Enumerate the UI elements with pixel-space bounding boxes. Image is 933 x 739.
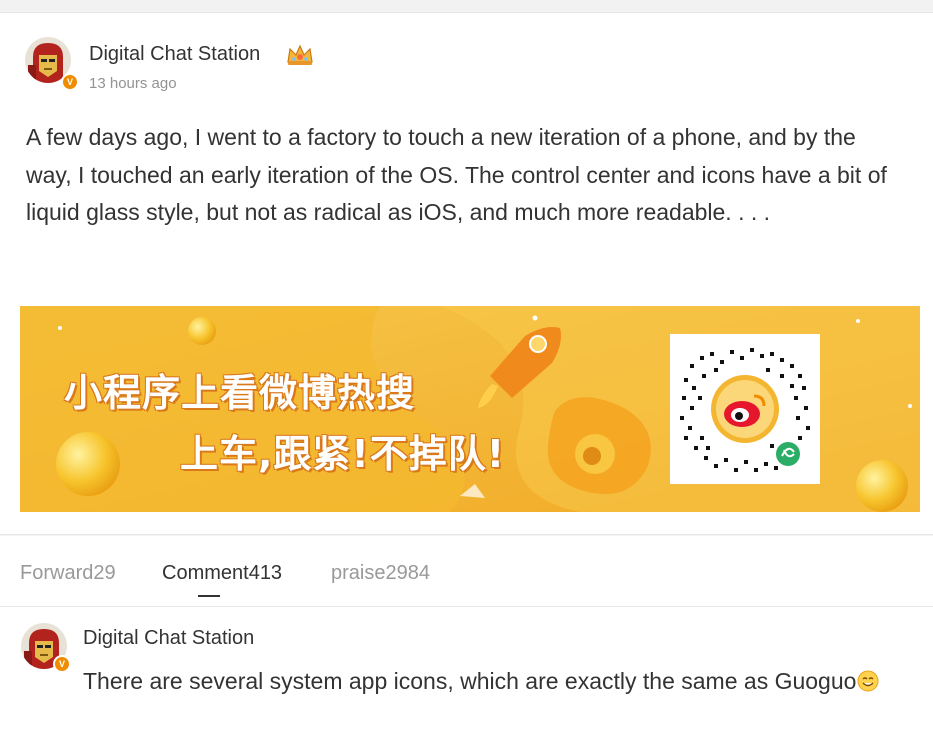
banner-headline: 小程序上看微博热搜 (64, 371, 416, 415)
post-author-name[interactable]: Digital Chat Station (89, 43, 260, 66)
post-action-tabs: Forward29 Comment413 praise2984 (0, 536, 933, 607)
comment-text: There are several system app icons, whic… (83, 668, 857, 694)
verified-badge-icon: V (61, 73, 79, 91)
tab-comment[interactable]: Comment413 (162, 562, 282, 585)
active-tab-indicator (198, 595, 220, 597)
comment-verified-badge-icon: V (53, 655, 71, 673)
qr-code (670, 334, 820, 484)
banner-subheadline: 上车,跟紧!不掉队! (180, 432, 506, 476)
promo-banner[interactable]: 小程序上看微博热搜 上车,跟紧!不掉队! (20, 306, 920, 512)
post-timestamp: 13 hours ago (89, 75, 177, 92)
post-body-text: A few days ago, I went to a factory to t… (26, 124, 887, 225)
comment-author-name[interactable]: Digital Chat Station (83, 627, 254, 650)
comment-body-text: There are several system app icons, whic… (83, 665, 903, 698)
smile-emoji-icon (857, 670, 879, 692)
crown-icon (285, 44, 315, 71)
tab-praise[interactable]: praise2984 (331, 562, 430, 585)
comment-item: V Digital Chat Station There are several… (0, 607, 933, 739)
post-card: V Digital Chat Station 13 hours ago A fe… (0, 12, 933, 535)
tab-forward[interactable]: Forward29 (20, 562, 116, 585)
